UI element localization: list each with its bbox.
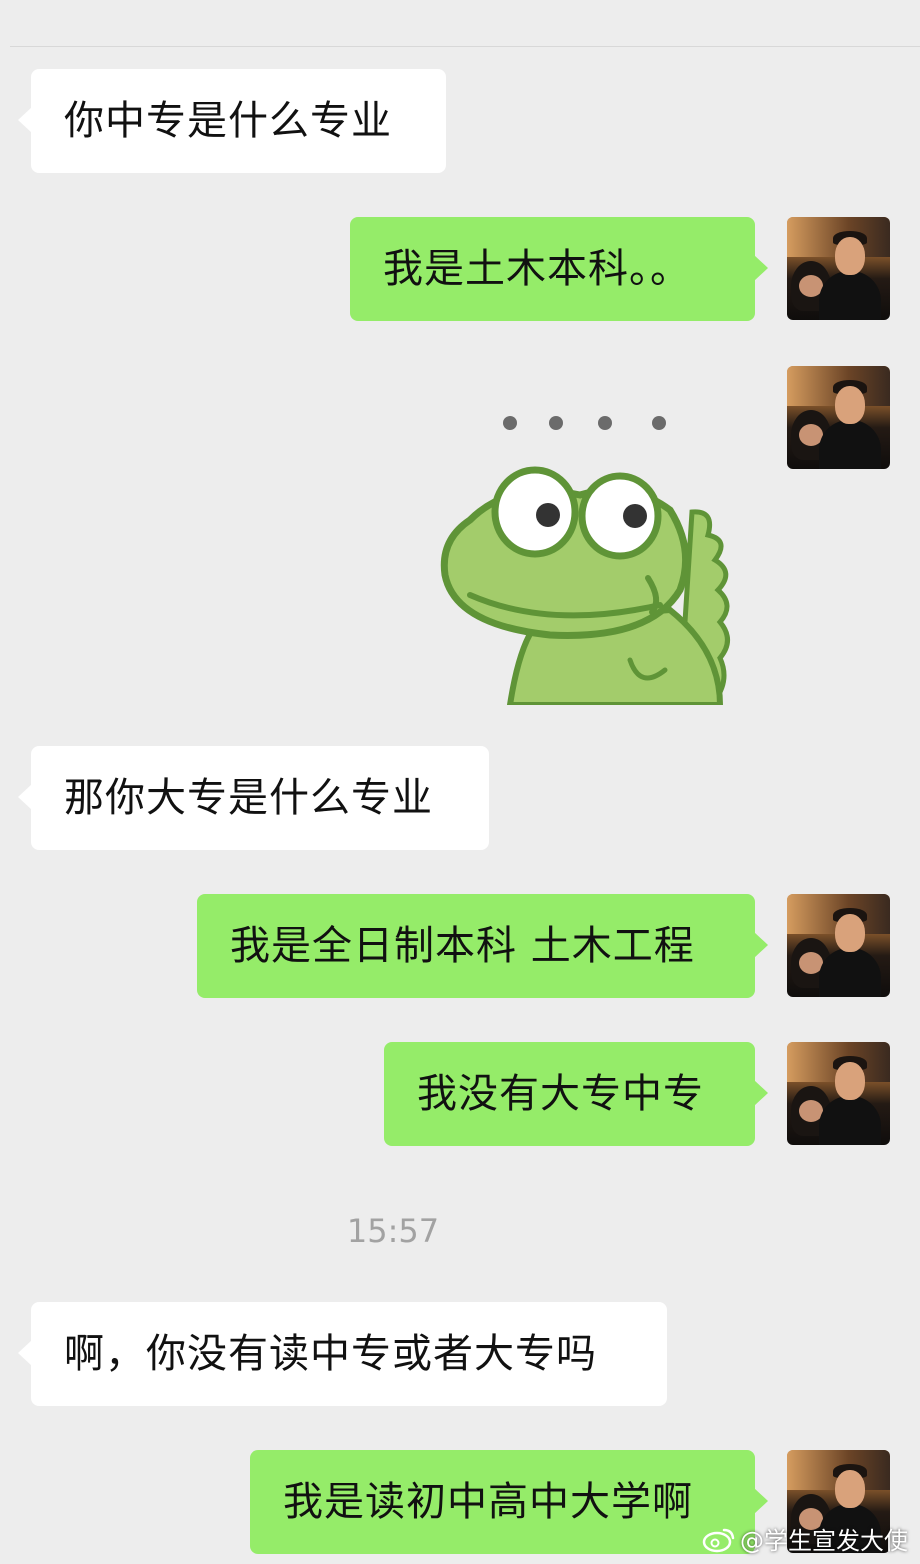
- avatar[interactable]: [787, 217, 890, 320]
- chat-screen: 你中专是什么专业 我是土木本科。。 那你大专是什么专业 我是全日制本科 土木工程: [0, 0, 920, 1564]
- outgoing-message-bubble[interactable]: 我是读初中高中大学啊: [250, 1450, 768, 1554]
- avatar[interactable]: [787, 366, 890, 469]
- weibo-icon: [702, 1528, 735, 1552]
- top-divider: [10, 0, 920, 47]
- outgoing-message-bubble[interactable]: 我是全日制本科 土木工程: [197, 894, 768, 998]
- timestamp: 15:57: [346, 1212, 440, 1250]
- dots-frog-sticker[interactable]: [430, 400, 750, 705]
- watermark: @学生宣发大使: [702, 1521, 908, 1556]
- outgoing-message-bubble[interactable]: 我是土木本科。。: [350, 217, 768, 321]
- outgoing-message-bubble[interactable]: 我没有大专中专: [384, 1042, 768, 1146]
- incoming-message-bubble[interactable]: 你中专是什么专业: [18, 69, 446, 173]
- incoming-message-bubble[interactable]: 那你大专是什么专业: [18, 746, 489, 850]
- incoming-message-bubble[interactable]: 啊，你没有读中专或者大专吗: [18, 1302, 667, 1406]
- avatar[interactable]: [787, 1042, 890, 1145]
- watermark-text: @学生宣发大使: [740, 1527, 908, 1555]
- avatar[interactable]: [787, 894, 890, 997]
